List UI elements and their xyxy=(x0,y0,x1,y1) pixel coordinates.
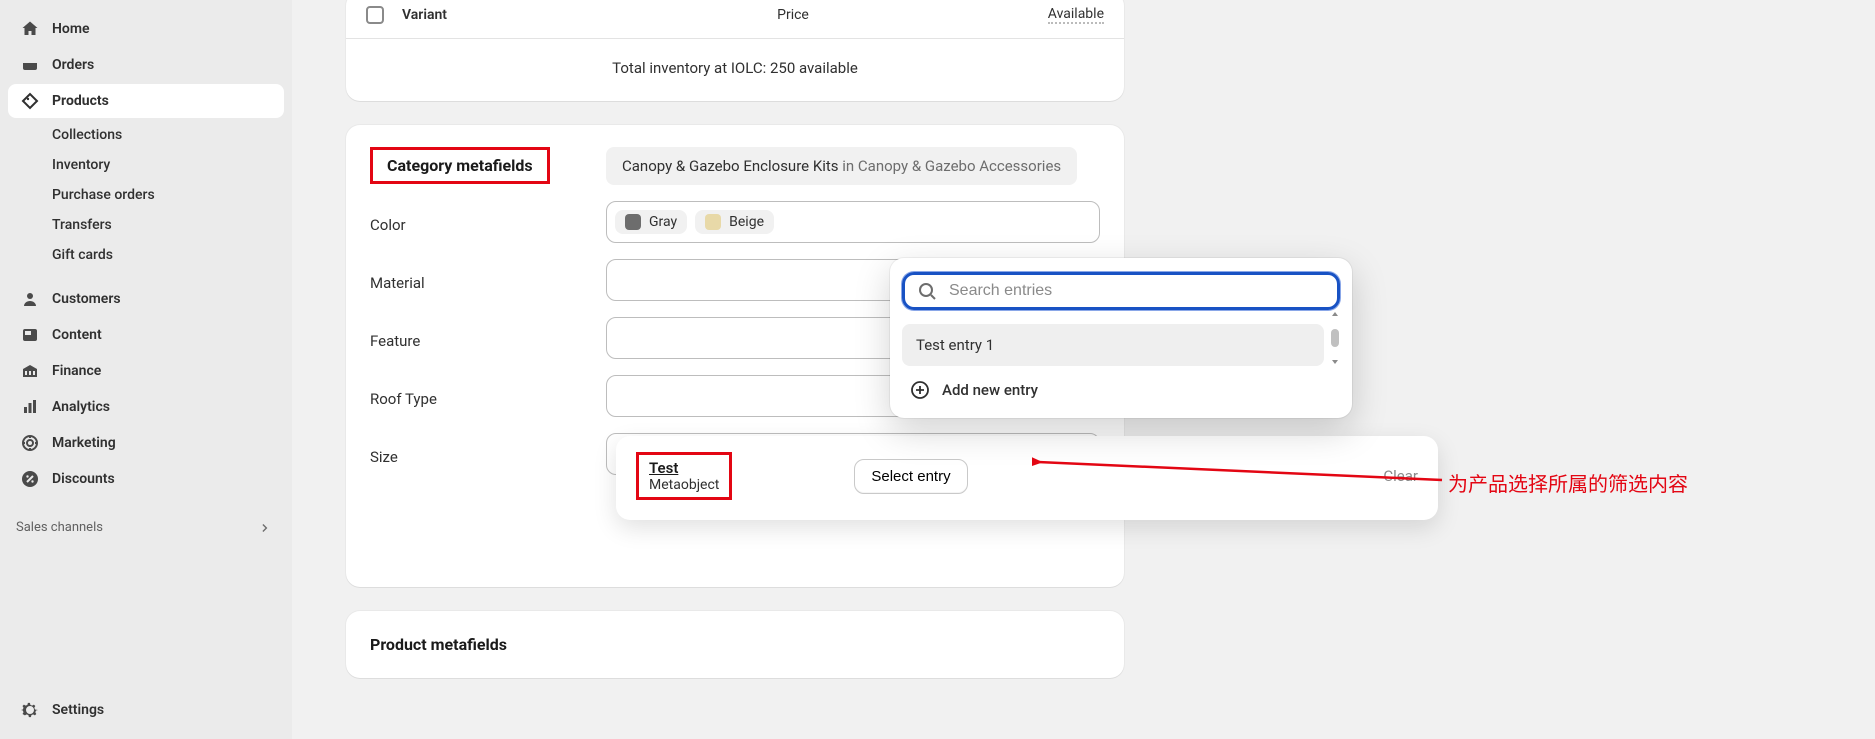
test-metaobject-title[interactable]: Test xyxy=(649,459,719,477)
home-icon xyxy=(20,19,40,39)
swatch-gray xyxy=(625,214,641,230)
main-content: Variant Price Available Total inventory … xyxy=(292,0,1875,739)
clear-button[interactable]: Clear xyxy=(1383,467,1418,485)
nav-content-label: Content xyxy=(52,327,102,343)
search-entries-wrap[interactable] xyxy=(902,272,1340,310)
select-entry-button[interactable]: Select entry xyxy=(854,459,967,494)
nav-discounts-label: Discounts xyxy=(52,471,115,487)
chip-beige[interactable]: Beige xyxy=(695,210,774,234)
subnav-collections[interactable]: Collections xyxy=(8,120,284,150)
entry-search-popover: Test entry 1 Add new entry xyxy=(890,258,1352,418)
test-metaobject-highlight: Test Metaobject xyxy=(636,452,732,500)
product-metafields-title: Product metafields xyxy=(370,635,1100,654)
mf-field-color[interactable]: Gray Beige xyxy=(606,201,1100,243)
add-new-entry-label: Add new entry xyxy=(942,381,1038,399)
category-metafields-title: Category metafields xyxy=(387,156,533,175)
nav-marketing[interactable]: Marketing xyxy=(8,426,284,460)
nav-settings[interactable]: Settings xyxy=(8,693,284,727)
col-available[interactable]: Available xyxy=(1048,6,1104,24)
sales-channels-header[interactable]: Sales channels xyxy=(8,498,284,541)
mf-label-size: Size xyxy=(370,442,590,466)
chevron-up-icon xyxy=(1330,310,1340,318)
nav-orders[interactable]: Orders xyxy=(8,48,284,82)
variants-card: Variant Price Available Total inventory … xyxy=(346,0,1124,101)
product-metafields-card: Product metafields xyxy=(346,611,1124,678)
subnav-inventory[interactable]: Inventory xyxy=(8,150,284,180)
select-entry-row: Test Metaobject Select entry Clear xyxy=(616,436,1438,520)
col-variant: Variant xyxy=(402,7,662,23)
nav-finance-label: Finance xyxy=(52,363,101,379)
mf-label-feature: Feature xyxy=(370,326,590,350)
mf-label-material: Material xyxy=(370,268,590,292)
mf-label-color: Color xyxy=(370,210,590,234)
scroll-thumb[interactable] xyxy=(1331,329,1339,347)
analytics-icon xyxy=(20,397,40,417)
nav-home-label: Home xyxy=(52,21,90,37)
chip-gray[interactable]: Gray xyxy=(615,210,687,234)
swatch-beige xyxy=(705,214,721,230)
inventory-summary: Total inventory at IOLC: 250 available xyxy=(346,39,1124,101)
category-path-tail: in Canopy & Gazebo Accessories xyxy=(839,157,1062,175)
col-price: Price xyxy=(662,7,924,23)
chevron-down-icon xyxy=(1330,358,1340,366)
entry-item-test-entry-1[interactable]: Test entry 1 xyxy=(902,324,1324,366)
nav-marketing-label: Marketing xyxy=(52,435,116,451)
marketing-icon xyxy=(20,433,40,453)
chip-gray-label: Gray xyxy=(649,214,677,230)
nav-customers-label: Customers xyxy=(52,291,121,307)
chip-beige-label: Beige xyxy=(729,214,764,230)
customers-icon xyxy=(20,289,40,309)
orders-icon xyxy=(20,55,40,75)
select-all-checkbox[interactable] xyxy=(366,6,384,24)
nav-discounts[interactable]: Discounts xyxy=(8,462,284,496)
add-new-entry[interactable]: Add new entry xyxy=(902,366,1340,406)
content-icon xyxy=(20,325,40,345)
nav-orders-label: Orders xyxy=(52,57,94,73)
nav-content[interactable]: Content xyxy=(8,318,284,352)
annotation-text: 为产品选择所属的筛选内容 xyxy=(1448,468,1688,497)
sales-channels-label: Sales channels xyxy=(16,520,103,535)
subnav-transfers[interactable]: Transfers xyxy=(8,210,284,240)
discounts-icon xyxy=(20,469,40,489)
scrollbar[interactable] xyxy=(1330,310,1340,366)
nav-settings-label: Settings xyxy=(52,702,104,718)
mf-label-roof-type: Roof Type xyxy=(370,384,590,408)
chevron-right-icon xyxy=(258,521,272,535)
search-entries-input[interactable] xyxy=(949,282,1325,300)
variants-header-row: Variant Price Available xyxy=(346,0,1124,39)
sidebar: Home Orders Products Collections Invento… xyxy=(0,0,292,739)
category-metafields-title-highlight: Category metafields xyxy=(370,147,550,184)
products-icon xyxy=(20,91,40,111)
subnav-gift-cards[interactable]: Gift cards xyxy=(8,240,284,270)
nav-home[interactable]: Home xyxy=(8,12,284,46)
category-path-badge[interactable]: Canopy & Gazebo Enclosure Kits in Canopy… xyxy=(606,147,1077,185)
test-metaobject-subtitle: Metaobject xyxy=(649,477,719,493)
nav-products[interactable]: Products xyxy=(8,84,284,118)
gear-icon xyxy=(20,700,40,720)
finance-icon xyxy=(20,361,40,381)
nav-analytics-label: Analytics xyxy=(52,399,110,415)
search-icon xyxy=(917,281,937,301)
nav-products-label: Products xyxy=(52,93,109,109)
nav-analytics[interactable]: Analytics xyxy=(8,390,284,424)
nav-customers[interactable]: Customers xyxy=(8,282,284,316)
plus-circle-icon xyxy=(910,380,930,400)
subnav-purchase-orders[interactable]: Purchase orders xyxy=(8,180,284,210)
category-path-strong: Canopy & Gazebo Enclosure Kits xyxy=(622,157,839,175)
nav-finance[interactable]: Finance xyxy=(8,354,284,388)
